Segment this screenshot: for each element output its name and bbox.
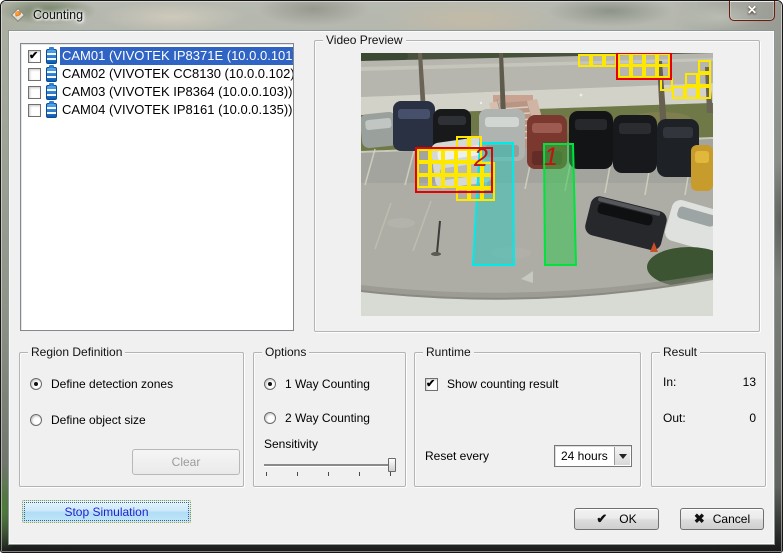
reset-every-dropdown-button[interactable] [614,447,630,465]
camera-icon [46,67,57,82]
two-way-counting-label: 2 Way Counting [285,411,370,425]
check-icon: ✔ [596,511,607,527]
zone-1-label: 1 [544,143,558,171]
result-title: Result [660,345,700,359]
video-preview-canvas[interactable]: 2 1 [361,53,713,316]
define-object-size-option[interactable]: Define object size [30,413,146,427]
camera-label: CAM02 (VIVOTEK CC8130 (10.0.0.102)) [60,65,294,83]
window-title: Counting [33,1,83,30]
reset-every-row: Reset every [425,449,489,463]
sensitivity-label: Sensitivity [264,437,318,451]
out-label: Out: [663,411,686,425]
define-detection-zones-option[interactable]: Define detection zones [30,377,173,391]
in-value: 13 [743,375,756,389]
options-group: Options 1 Way Counting 2 Way Counting Se… [253,352,406,487]
one-way-counting-label: 1 Way Counting [285,377,370,391]
runtime-title: Runtime [423,345,474,359]
camera-label: CAM01 (VIVOTEK IP8371E (10.0.0.101)) [60,47,294,65]
region-definition-title: Region Definition [28,345,125,359]
camera-icon [46,103,57,118]
reset-every-value: 24 hours [561,449,608,463]
camera-list-item[interactable]: CAM04 (VIVOTEK IP8161 (10.0.0.135)) [21,101,293,119]
x-icon: ✖ [694,511,705,527]
camera-listbox[interactable]: CAM01 (VIVOTEK IP8371E (10.0.0.101)) CAM… [20,43,294,331]
show-counting-result-checkbox[interactable] [425,378,438,391]
video-scene: 2 1 [361,53,713,316]
camera-checkbox[interactable] [28,50,41,63]
one-way-counting-radio[interactable] [264,378,276,390]
camera-list-item[interactable]: CAM01 (VIVOTEK IP8371E (10.0.0.101)) [21,47,293,65]
in-label: In: [663,375,676,389]
counting-dialog: Counting ✕ CAM01 (VIVOTEK IP8371E (10.0.… [0,0,783,553]
out-value: 0 [749,411,756,425]
result-out-row: Out: 0 [663,411,756,425]
result-in-row: In: 13 [663,375,756,389]
sensitivity-slider-track[interactable] [264,464,396,466]
camera-checkbox[interactable] [28,86,41,99]
camera-label: CAM04 (VIVOTEK IP8161 (10.0.0.135)) [60,101,294,119]
cancel-button[interactable]: ✖ Cancel [680,508,764,530]
options-title: Options [262,345,309,359]
sensitivity-slider[interactable] [264,457,396,479]
show-counting-result-option[interactable]: Show counting result [425,377,558,391]
camera-icon [46,85,57,100]
zone-2-label: 2 [473,144,488,172]
runtime-group: Runtime Show counting result Reset every… [414,352,641,487]
chevron-down-icon [619,454,627,463]
camera-icon [46,49,57,64]
app-icon [11,8,26,23]
sensitivity-slider-thumb[interactable] [388,458,396,472]
camera-checkbox[interactable] [28,68,41,81]
define-object-size-radio[interactable] [30,414,42,426]
video-preview-group: Video Preview [314,40,760,332]
title-bar[interactable]: Counting ✕ [1,1,782,31]
define-object-size-label: Define object size [51,413,146,427]
stop-simulation-button[interactable]: Stop Simulation [22,500,191,523]
one-way-counting-option[interactable]: 1 Way Counting [264,377,370,391]
reset-every-label: Reset every [425,449,489,463]
camera-checkbox[interactable] [28,104,41,117]
two-way-counting-radio[interactable] [264,412,276,424]
two-way-counting-option[interactable]: 2 Way Counting [264,411,370,425]
reset-every-select[interactable]: 24 hours [554,445,632,467]
camera-list-item[interactable]: CAM02 (VIVOTEK CC8130 (10.0.0.102)) [21,65,293,83]
region-definition-group: Region Definition Define detection zones… [19,352,244,487]
close-icon: ✕ [730,1,774,20]
clear-button[interactable]: Clear [132,449,240,475]
show-counting-result-label: Show counting result [447,377,558,391]
dialog-client-area: CAM01 (VIVOTEK IP8371E (10.0.0.101)) CAM… [8,30,775,545]
close-button[interactable]: ✕ [729,1,775,21]
camera-label: CAM03 (VIVOTEK IP8364 (10.0.0.103)) [60,83,294,101]
ok-button[interactable]: ✔ OK [574,508,659,530]
camera-list-item[interactable]: CAM03 (VIVOTEK IP8364 (10.0.0.103)) [21,83,293,101]
define-detection-zones-label: Define detection zones [51,377,173,391]
video-preview-title: Video Preview [323,33,406,47]
result-group: Result In: 13 Out: 0 [651,352,766,487]
define-detection-zones-radio[interactable] [30,378,42,390]
